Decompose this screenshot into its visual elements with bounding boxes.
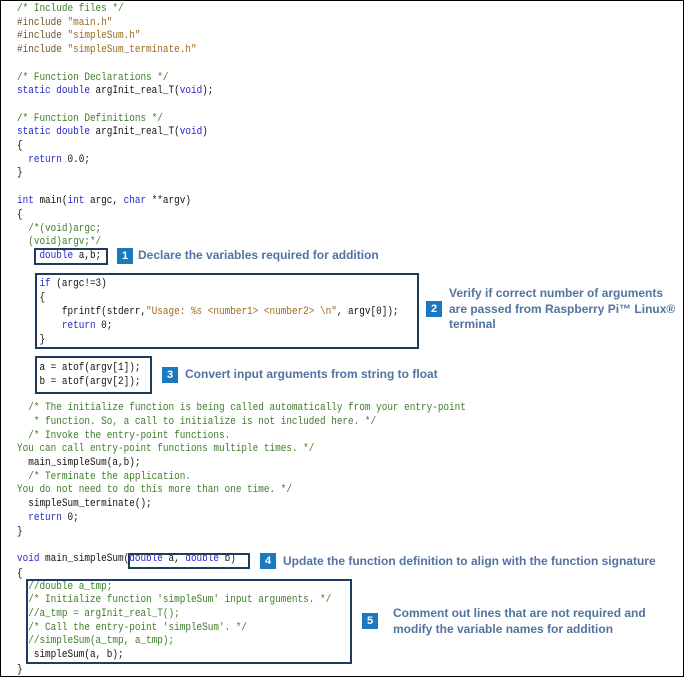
highlight-box-4 <box>128 553 250 569</box>
code-token: argInit_real_T( <box>95 126 180 138</box>
code-token: } <box>17 167 23 179</box>
code-line: } <box>17 525 23 539</box>
code-line: { <box>17 567 23 581</box>
annotation-badge-3: 3 <box>162 367 178 383</box>
annotation-line: are passed from Raspberry Pi™ Linux® <box>449 301 676 316</box>
highlight-box-5 <box>26 579 352 664</box>
annotation-text-1: Declare the variables required for addit… <box>138 248 379 264</box>
annotation-line: Comment out lines that are not required … <box>393 606 646 620</box>
code-token: /* The initialize function is being call… <box>17 402 466 414</box>
code-token: void <box>179 126 203 138</box>
annotation-badge-1: 1 <box>117 248 133 264</box>
code-token: /* Invoke the entry-point functions. <box>17 430 231 442</box>
code-token: "simpleSum_terminate.h" <box>67 44 197 56</box>
code-line: /* Include files */ <box>17 2 124 16</box>
code-token: return <box>28 154 62 166</box>
code-token: **argv) <box>146 195 191 207</box>
code-token: ) <box>202 126 208 138</box>
code-line: /* Function Declarations */ <box>17 71 168 85</box>
code-line: int main(int argc, char **argv) <box>17 194 191 208</box>
code-line: (void)argv;*/ <box>17 235 101 249</box>
code-line: /* Invoke the entry-point functions. <box>17 429 230 443</box>
code-token: "main.h" <box>67 17 113 29</box>
code-line: /* Terminate the application. <box>17 470 191 484</box>
code-token: main( <box>33 195 68 207</box>
code-line: { <box>17 208 23 222</box>
code-token: int <box>17 195 34 207</box>
code-line: main_simpleSum(a,b); <box>17 456 140 470</box>
code-line: { <box>17 139 23 153</box>
highlight-box-1 <box>34 248 108 265</box>
highlight-box-3 <box>35 356 152 394</box>
annotation-line: Verify if correct number of arguments <box>449 286 664 300</box>
code-token: simpleSum_terminate(); <box>17 498 152 510</box>
code-token: /* Include files */ <box>17 3 124 15</box>
code-token: main_simpleSum(a,b); <box>17 457 141 469</box>
annotation-text-4: Update the function definition to align … <box>283 554 656 570</box>
code-token: char <box>123 195 147 207</box>
annotation-badge-5: 5 <box>362 613 378 629</box>
code-line: /*(void)argc; <box>17 222 101 236</box>
code-line: You do not need to do this more than one… <box>17 483 292 497</box>
code-line: You can call entry-point functions multi… <box>17 442 314 456</box>
code-line: static double argInit_real_T(void) <box>17 125 208 139</box>
code-line: return 0.0; <box>17 153 90 167</box>
code-token: You do not need to do this more than one… <box>17 484 292 496</box>
annotation-text-5: Comment out lines that are not required … <box>393 606 646 637</box>
annotation-text-2: Verify if correct number of arguments ar… <box>449 286 675 333</box>
code-token: main_simpleSum( <box>39 553 130 565</box>
code-line: #include "main.h" <box>17 16 112 30</box>
code-token: #include <box>17 44 68 56</box>
code-token: (void)argv;*/ <box>17 236 102 248</box>
code-token: #include <box>17 30 68 42</box>
code-token: /* Function Definitions */ <box>17 113 163 125</box>
annotated-code-document: /* Include files */#include "main.h" #inc… <box>0 0 684 677</box>
annotation-text-3: Convert input arguments from string to f… <box>185 367 438 383</box>
code-token: } <box>17 664 23 676</box>
annotation-badge-2: 2 <box>426 301 442 317</box>
annotation-line: modify the variable names for addition <box>393 621 614 636</box>
code-token: 0; <box>61 512 79 524</box>
code-line: /* The initialize function is being call… <box>17 401 466 415</box>
code-line: #include "simpleSum.h" <box>17 29 140 43</box>
code-token: { <box>17 568 23 580</box>
code-token: You can call entry-point functions multi… <box>17 443 315 455</box>
code-token: } <box>17 526 23 538</box>
code-token: void <box>179 85 203 97</box>
code-token: static double <box>17 126 96 138</box>
code-token: return <box>28 512 62 524</box>
code-token: ); <box>202 85 214 97</box>
code-token: static double <box>17 85 96 97</box>
code-token: { <box>17 209 23 221</box>
code-token: #include <box>17 17 68 29</box>
code-line: simpleSum_terminate(); <box>17 497 152 511</box>
code-line: } <box>17 166 23 180</box>
annotation-badge-4: 4 <box>260 553 276 569</box>
annotation-line: Update the function definition to align … <box>283 554 656 568</box>
code-line: return 0; <box>17 511 79 525</box>
code-token: void <box>17 553 40 565</box>
code-line: static double argInit_real_T(void); <box>17 84 213 98</box>
code-token: "simpleSum.h" <box>67 30 141 42</box>
annotation-line: terminal <box>449 317 496 331</box>
code-token: { <box>17 140 23 152</box>
code-line: /* Function Definitions */ <box>17 112 163 126</box>
code-token: argInit_real_T( <box>95 85 180 97</box>
highlight-box-2 <box>35 273 419 349</box>
code-token: argc, <box>84 195 124 207</box>
code-line: } <box>17 663 23 676</box>
code-line: * function. So, a call to initialize is … <box>17 415 376 429</box>
code-token: 0.0; <box>61 154 90 166</box>
code-token: /* Terminate the application. <box>17 471 191 483</box>
annotation-line: Declare the variables required for addit… <box>138 248 379 262</box>
code-token: /*(void)argc; <box>17 223 102 235</box>
code-token: * function. So, a call to initialize is … <box>17 416 377 428</box>
code-line: #include "simpleSum_terminate.h" <box>17 43 197 57</box>
annotation-line: Convert input arguments from string to f… <box>185 367 438 381</box>
code-token: int <box>67 195 85 207</box>
code-token: /* Function Declarations */ <box>17 72 169 84</box>
